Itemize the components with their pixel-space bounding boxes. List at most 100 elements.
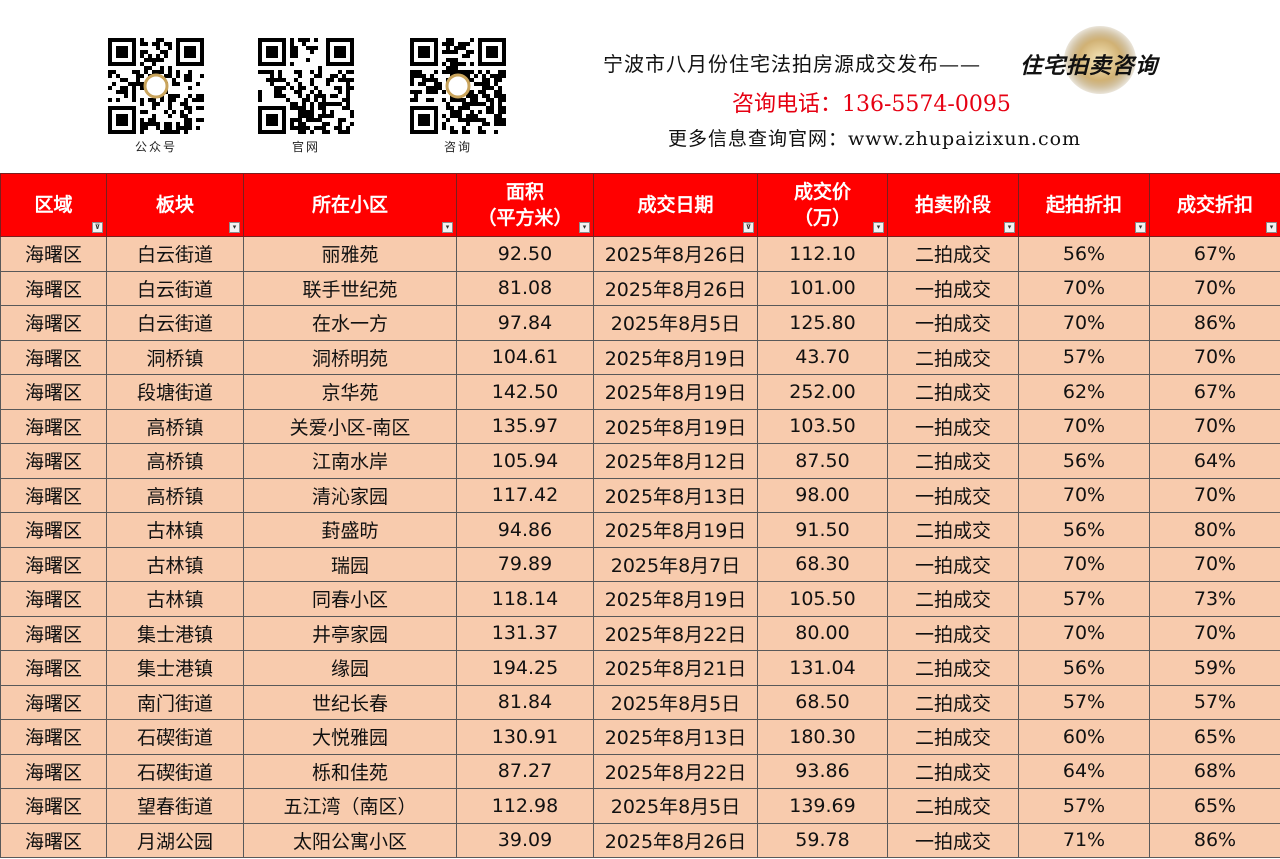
table-cell: 70% <box>1018 615 1150 651</box>
table-cell: 海曙区 <box>0 684 107 720</box>
table-cell: 105.50 <box>757 581 888 617</box>
table-cell: 97.84 <box>456 305 594 341</box>
column-header: 起拍折扣 ▾ <box>1018 173 1150 237</box>
table-cell: 高桥镇 <box>106 408 244 444</box>
column-header-label: 面积 （平方米） <box>477 181 573 229</box>
table-cell: 海曙区 <box>0 615 107 651</box>
table-row: 海曙区 南门街道 世纪长春 81.84 2025年8月5日 68.50 二拍成交 57% 57% <box>0 684 1280 720</box>
table-cell: 2025年8月19日 <box>593 581 758 617</box>
table-cell: 2025年8月21日 <box>593 650 758 686</box>
table-cell: 2025年8月5日 <box>593 684 758 720</box>
table-cell: 江南水岸 <box>243 443 457 479</box>
table-cell: 2025年8月19日 <box>593 512 758 548</box>
table-cell: 252.00 <box>757 374 888 410</box>
filter-dropdown-icon[interactable]: ▾ <box>1004 222 1015 233</box>
table-cell: 南门街道 <box>106 684 244 720</box>
table-row: 海曙区 望春街道 五江湾（南区） 112.98 2025年8月5日 139.69 二拍成交 5… <box>0 788 1280 824</box>
table-body: 海曙区 白云街道 丽雅苑 92.50 2025年8月26日 112.10 二拍成交 56% 67… <box>0 236 1280 858</box>
table-cell: 139.69 <box>757 788 888 824</box>
table-cell: 集士港镇 <box>106 615 244 651</box>
qr-code-icon <box>258 38 354 134</box>
table-row: 海曙区 高桥镇 关爱小区-南区 135.97 2025年8月19日 103.50 一拍成交 7… <box>0 408 1280 444</box>
table-cell: 海曙区 <box>0 581 107 617</box>
filter-dropdown-icon[interactable]: ▾ <box>229 222 240 233</box>
table-cell: 海曙区 <box>0 650 107 686</box>
column-header: 成交折扣 ▾ <box>1149 173 1280 237</box>
table-cell: 81.84 <box>456 684 594 720</box>
table-cell: 洞桥镇 <box>106 339 244 375</box>
filter-dropdown-icon[interactable]: ▾ <box>442 222 453 233</box>
column-header: 区域 ⊽ <box>0 173 107 237</box>
table-row: 海曙区 白云街道 丽雅苑 92.50 2025年8月26日 112.10 二拍成交 56% 67… <box>0 236 1280 272</box>
table-cell: 瑞园 <box>243 546 457 582</box>
filter-dropdown-icon[interactable]: ▾ <box>1135 222 1146 233</box>
table-cell: 同春小区 <box>243 581 457 617</box>
table-row: 海曙区 白云街道 在水一方 97.84 2025年8月5日 125.80 一拍成交 70% 86… <box>0 305 1280 341</box>
table-cell: 57% <box>1018 684 1150 720</box>
table-cell: 68.50 <box>757 684 888 720</box>
table-cell: 70% <box>1149 408 1280 444</box>
table-cell: 石碶街道 <box>106 753 244 789</box>
table-cell: 丽雅苑 <box>243 236 457 272</box>
table-cell: 二拍成交 <box>887 236 1019 272</box>
column-header-label: 拍卖阶段 <box>914 194 991 216</box>
table-cell: 87.50 <box>757 443 888 479</box>
table-cell: 131.04 <box>757 650 888 686</box>
table-cell: 60% <box>1018 719 1150 755</box>
table-cell: 70% <box>1018 408 1150 444</box>
filter-active-icon[interactable]: ⊽ <box>743 222 754 233</box>
column-header: 板块 ▾ <box>106 173 244 237</box>
table-cell: 缘园 <box>243 650 457 686</box>
table-cell: 望春街道 <box>106 788 244 824</box>
table-cell: 2025年8月5日 <box>593 788 758 824</box>
table-cell: 101.00 <box>757 270 888 306</box>
filter-dropdown-icon[interactable]: ▾ <box>579 222 590 233</box>
table-cell: 93.86 <box>757 753 888 789</box>
table-cell: 64% <box>1149 443 1280 479</box>
auction-table: 区域 ⊽ 板块 ▾ 所在小区 ▾ 面积 （平方米） ▾ 成交日期 ⊽ 成交价 （万） ▾ 拍卖阶段 ▾ 起拍… <box>0 173 1280 858</box>
column-header: 成交价 （万） ▾ <box>757 173 888 237</box>
table-cell: 海曙区 <box>0 822 107 858</box>
qr-code-icon <box>410 38 506 134</box>
table-cell: 五江湾（南区） <box>243 788 457 824</box>
table-cell: 117.42 <box>456 477 594 513</box>
table-cell: 关爱小区-南区 <box>243 408 457 444</box>
table-cell: 2025年8月26日 <box>593 236 758 272</box>
table-cell: 70% <box>1149 339 1280 375</box>
table-row: 海曙区 月湖公园 太阳公寓小区 39.09 2025年8月26日 59.78 一拍成交 71%… <box>0 822 1280 858</box>
table-row: 海曙区 洞桥镇 洞桥明苑 104.61 2025年8月19日 43.70 二拍成交 57% 70… <box>0 339 1280 375</box>
table-cell: 海曙区 <box>0 305 107 341</box>
filter-dropdown-icon[interactable]: ▾ <box>1266 222 1277 233</box>
table-cell: 石碶街道 <box>106 719 244 755</box>
table-cell: 海曙区 <box>0 236 107 272</box>
table-cell: 70% <box>1149 546 1280 582</box>
table-cell: 98.00 <box>757 477 888 513</box>
table-cell: 2025年8月7日 <box>593 546 758 582</box>
table-cell: 白云街道 <box>106 305 244 341</box>
table-cell: 135.97 <box>456 408 594 444</box>
table-cell: 二拍成交 <box>887 512 1019 548</box>
table-cell: 64% <box>1018 753 1150 789</box>
qr-caption: 咨询 <box>443 140 472 154</box>
table-cell: 海曙区 <box>0 339 107 375</box>
table-cell: 70% <box>1018 305 1150 341</box>
table-cell: 57% <box>1018 581 1150 617</box>
table-cell: 二拍成交 <box>887 443 1019 479</box>
table-row: 海曙区 白云街道 联手世纪苑 81.08 2025年8月26日 101.00 一拍成交 70%… <box>0 270 1280 306</box>
table-cell: 太阳公寓小区 <box>243 822 457 858</box>
table-cell: 一拍成交 <box>887 546 1019 582</box>
table-cell: 白云街道 <box>106 236 244 272</box>
filter-dropdown-icon[interactable]: ▾ <box>873 222 884 233</box>
website-link: 更多信息查询官网：www.zhupaizixun.com <box>668 128 1082 150</box>
table-cell: 2025年8月13日 <box>593 477 758 513</box>
table-cell: 91.50 <box>757 512 888 548</box>
table-cell: 海曙区 <box>0 408 107 444</box>
table-cell: 高桥镇 <box>106 443 244 479</box>
table-cell: 70% <box>1149 477 1280 513</box>
phone-number: 咨询电话：136-5574-0095 <box>732 92 1011 117</box>
table-cell: 130.91 <box>456 719 594 755</box>
table-cell: 125.80 <box>757 305 888 341</box>
table-cell: 112.10 <box>757 236 888 272</box>
filter-active-icon[interactable]: ⊽ <box>92 222 103 233</box>
table-row: 海曙区 高桥镇 江南水岸 105.94 2025年8月12日 87.50 二拍成交 56% 64… <box>0 443 1280 479</box>
